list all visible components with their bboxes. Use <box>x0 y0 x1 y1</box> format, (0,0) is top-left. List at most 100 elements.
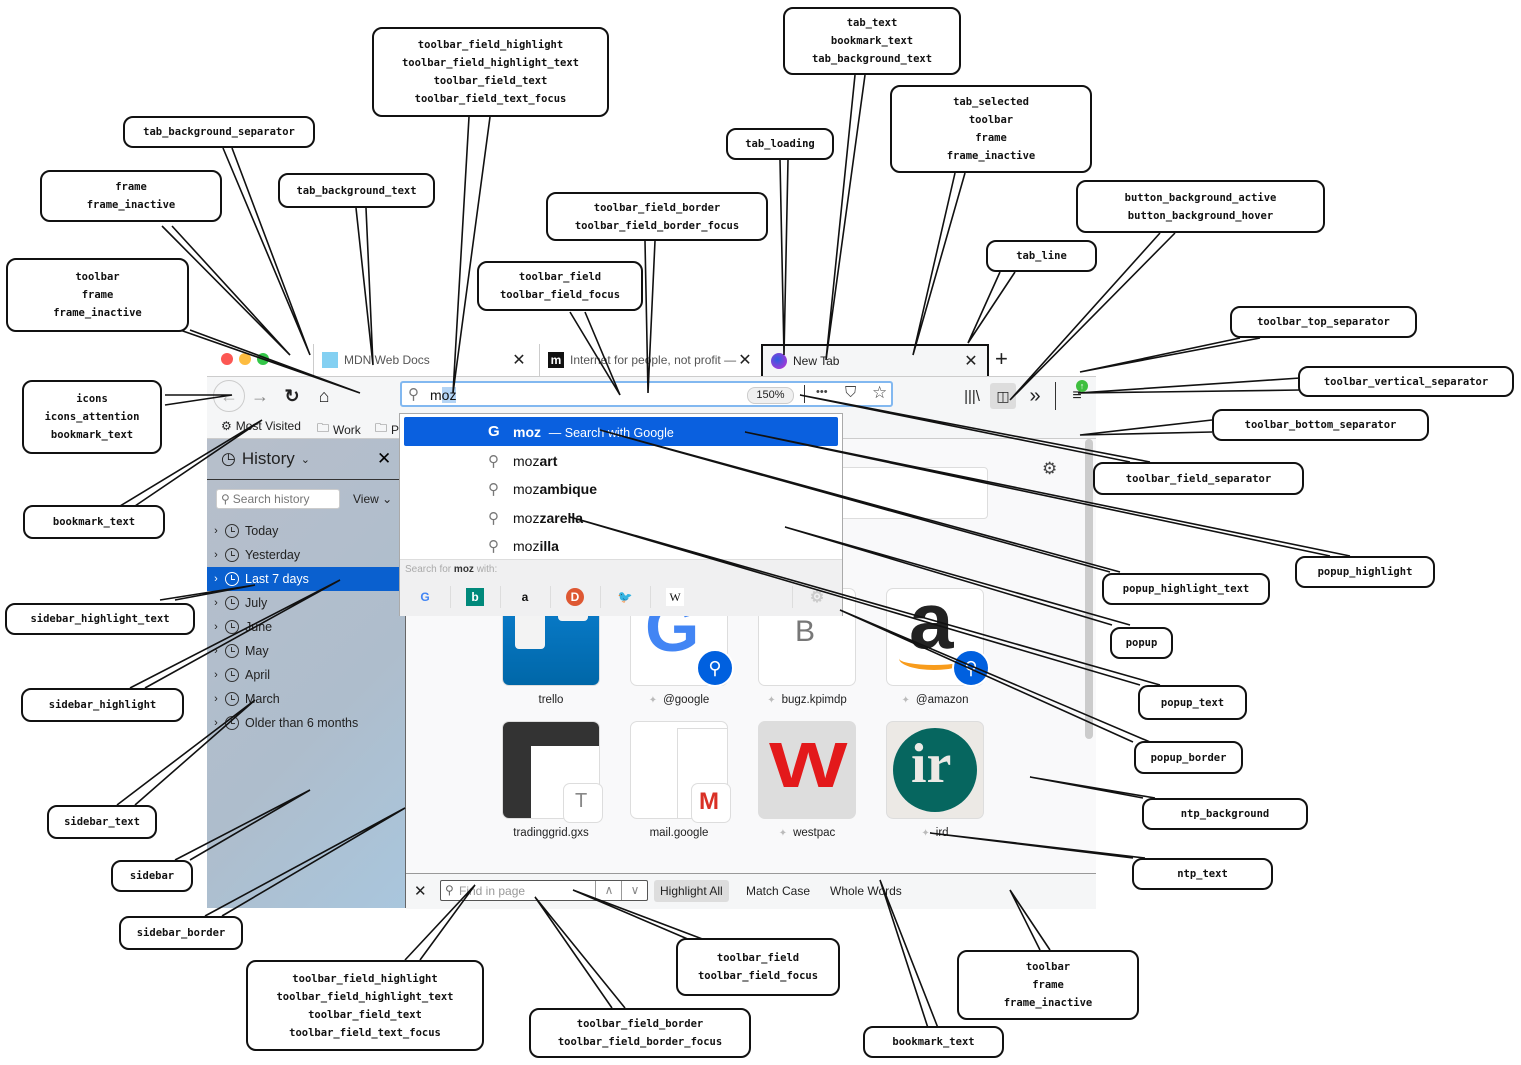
chevron-right-icon: › <box>214 669 218 681</box>
twitter-engine-icon[interactable]: 🐦 <box>616 588 634 606</box>
bookmark-folder[interactable]: 🗀 P <box>375 419 399 440</box>
history-item[interactable]: › May <box>207 639 405 663</box>
wikipedia-engine-icon[interactable]: W <box>666 588 684 606</box>
annotation-label: tab_background_separator <box>143 126 295 138</box>
annotation-label: toolbar_field_focus <box>499 289 621 301</box>
bookmark-most-visited[interactable]: ⚙ Most Visited <box>221 419 301 433</box>
tab-title: Internet for people, not profit — <box>570 353 737 367</box>
annotation-callout: popup_text <box>1138 685 1247 720</box>
annotation-callout: toolbar frame frame_inactive <box>6 258 189 332</box>
annotation-label: bookmark_text <box>50 429 134 441</box>
annotation-callout: tab_text bookmark_text tab_background_text <box>783 7 961 75</box>
annotation-label: tab_background_text <box>811 53 933 65</box>
history-item[interactable]: › March <box>207 687 405 711</box>
annotation-callout: popup_highlight_text <box>1102 573 1270 605</box>
reload-button[interactable]: ↻ <box>279 383 305 409</box>
popup-highlight-row[interactable]: G moz — Search with Google <box>404 417 838 446</box>
whole-words-button[interactable]: Whole Words <box>824 880 908 902</box>
find-previous-button[interactable]: ∧ <box>595 881 622 900</box>
duckduckgo-engine-icon[interactable]: D <box>566 588 584 606</box>
minimize-window-button[interactable] <box>239 353 251 365</box>
pin-icon: ✦ <box>648 695 658 706</box>
popup-suggestion-row[interactable]: ⚲ mozilla <box>400 532 842 561</box>
page-actions-icon[interactable]: ••• <box>816 386 828 398</box>
sidebar-toggle-icon[interactable]: ◫ <box>990 383 1016 409</box>
popup-suggestion-row[interactable]: ⚲ mozart <box>400 446 842 475</box>
history-item[interactable]: › Last 7 days <box>207 567 405 591</box>
chevron-right-icon: › <box>214 597 218 609</box>
search-settings-gear-icon[interactable]: ⚙ <box>808 588 826 606</box>
bookmark-work[interactable]: 🗀 Work <box>317 419 361 440</box>
google-engine-icon[interactable]: G <box>416 588 434 606</box>
popup-suggestion-row[interactable]: ⚲ mozambique <box>400 475 842 504</box>
back-button[interactable]: ← <box>213 380 245 412</box>
overflow-chevron-icon[interactable]: » <box>1022 383 1048 409</box>
tile-label: ✦ @google <box>648 694 710 706</box>
annotation-label: popup <box>1125 637 1158 649</box>
history-item[interactable]: › June <box>207 615 405 639</box>
annotation-label: toolbar_field_text_focus <box>414 93 567 105</box>
annotation-callout: toolbar_top_separator <box>1230 306 1417 338</box>
annotation-callout: toolbar frame frame_inactive <box>957 950 1139 1020</box>
annotation-label: bookmark_text <box>830 35 914 47</box>
annotation-callout: icons icons_attention bookmark_text <box>22 380 162 454</box>
highlight-all-button[interactable]: Highlight All <box>654 880 729 902</box>
search-shortcut-icon: ⚲ <box>952 649 990 687</box>
annotation-callout: toolbar_field_highlight toolbar_field_hig… <box>246 960 484 1051</box>
tab-new-tab[interactable]: New Tab ✕ <box>761 344 989 376</box>
find-next-button[interactable]: ∨ <box>621 881 648 900</box>
library-icon[interactable]: |||\ <box>959 383 985 409</box>
annotation-label: popup_highlight <box>1317 566 1413 578</box>
pocket-icon[interactable]: ⛉ <box>845 384 856 401</box>
close-find-bar-button[interactable]: ✕ <box>414 882 427 900</box>
history-item[interactable]: › Older than 6 months <box>207 711 405 735</box>
match-case-button[interactable]: Match Case <box>740 880 816 902</box>
close-sidebar-button[interactable]: ✕ <box>377 449 391 469</box>
zoom-level-badge[interactable]: 150% <box>747 387 794 404</box>
view-dropdown[interactable]: View ⌄ <box>353 492 392 506</box>
find-in-page-input[interactable]: ⚲ Find in page ∧ ∨ <box>440 880 648 901</box>
url-input[interactable]: moz <box>430 387 457 403</box>
history-item[interactable]: › April <box>207 663 405 687</box>
url-bar[interactable]: ⚲ moz 150% ••• ⛉ ☆ <box>400 381 893 407</box>
new-tab-button[interactable]: + <box>995 346 1008 372</box>
find-bar: ✕ ⚲ Find in page ∧ ∨ Highlight All Match… <box>406 873 1096 909</box>
tab-strip: MDN Web Docs ✕ m Internet for people, no… <box>207 340 1096 376</box>
annotation-label: frame_inactive <box>946 150 1036 162</box>
tile-westpac[interactable]: W <box>759 722 855 818</box>
tab-mdn[interactable]: MDN Web Docs ✕ <box>313 344 535 376</box>
history-item[interactable]: › Yesterday <box>207 543 405 567</box>
annotation-callout: toolbar_vertical_separator <box>1298 366 1514 397</box>
search-history-input[interactable]: ⚲ Search history <box>216 489 340 509</box>
forward-button[interactable]: → <box>247 383 273 409</box>
history-item[interactable]: › Today <box>207 519 405 543</box>
home-button[interactable]: ⌂ <box>311 383 337 409</box>
bing-engine-icon[interactable]: b <box>466 588 484 606</box>
annotation-label: toolbar_field_highlight_text <box>401 57 579 69</box>
tile-label: ✦ bugz.kpimdp <box>767 694 847 706</box>
scrollbar[interactable] <box>1085 439 1093 739</box>
annotation-label: toolbar_field_text_focus <box>289 1026 441 1039</box>
annotation-label: toolbar_field_border_focus <box>557 1036 723 1048</box>
sidebar-header[interactable]: ◷ History ⌄ <box>221 449 310 469</box>
annotation-label: sidebar <box>129 870 175 882</box>
zoom-window-button[interactable] <box>257 353 269 365</box>
close-tab-icon[interactable]: ✕ <box>511 350 527 370</box>
popup-suggestion-row[interactable]: ⚲ mozzarella <box>400 503 842 532</box>
annotation-label: tab_line <box>1016 250 1067 262</box>
history-item[interactable]: › July <box>207 591 405 615</box>
annotation-callout: popup <box>1110 627 1173 659</box>
annotation-label: sidebar_highlight <box>48 699 157 711</box>
search-box[interactable] <box>826 467 988 519</box>
mdn-dino-icon <box>322 352 338 368</box>
gear-icon[interactable]: ⚙ <box>1042 459 1057 479</box>
amazon-engine-icon[interactable]: a <box>516 588 534 606</box>
close-tab-icon[interactable]: ✕ <box>963 351 979 371</box>
pin-icon: ✦ <box>767 695 776 706</box>
tab-mozilla[interactable]: m Internet for people, not profit — ✕ <box>539 344 761 376</box>
bookmark-star-icon[interactable]: ☆ <box>872 383 887 403</box>
tile-ird[interactable]: ir <box>887 722 983 818</box>
sidebar-title: History <box>241 449 295 468</box>
close-window-button[interactable] <box>221 353 233 365</box>
close-tab-icon[interactable]: ✕ <box>737 350 753 370</box>
